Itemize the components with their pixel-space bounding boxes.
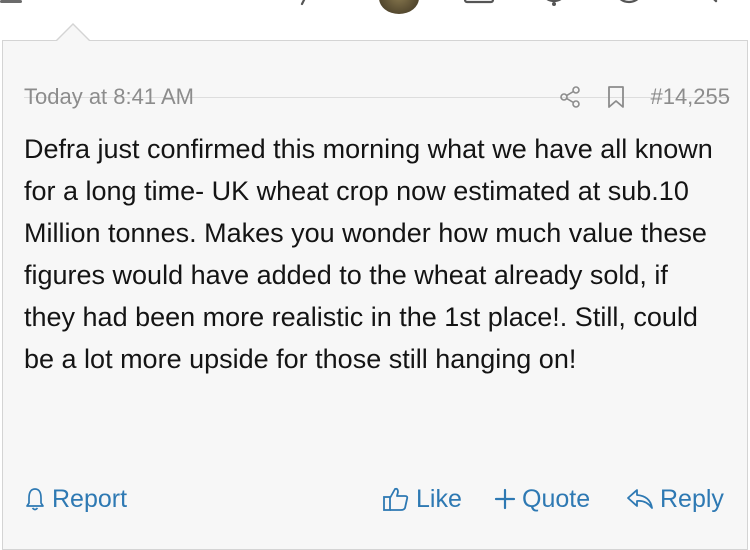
post-meta-actions: #14,255	[558, 85, 730, 109]
plus-icon	[494, 488, 516, 510]
quote-button[interactable]: Quote	[494, 481, 590, 517]
search-icon[interactable]	[690, 0, 720, 6]
post-number[interactable]: #14,255	[650, 85, 730, 109]
account-icon[interactable]	[614, 0, 644, 6]
post-meta: Today at 8:41 AM #14,255	[24, 59, 730, 109]
user-avatar[interactable]	[379, 0, 419, 14]
thumbs-up-icon	[383, 487, 409, 511]
forum-post: Today at 8:41 AM #14,255 Defra just conf…	[2, 23, 748, 550]
top-navigation-bar	[0, 0, 750, 40]
report-label: Report	[52, 484, 128, 513]
post-content: Today at 8:41 AM #14,255 Defra just conf…	[24, 59, 730, 380]
reply-button[interactable]: Reply	[626, 481, 724, 517]
inbox-icon[interactable]	[463, 0, 495, 6]
reply-arrow-icon	[627, 489, 653, 509]
like-label: Like	[416, 484, 462, 513]
share-icon[interactable]	[558, 85, 582, 109]
report-button[interactable]: Report	[24, 481, 127, 517]
bookmark-icon[interactable]	[606, 85, 626, 109]
pen-icon[interactable]	[300, 0, 316, 6]
quote-label: Quote	[522, 484, 591, 513]
alerts-icon[interactable]	[540, 0, 568, 6]
reply-label: Reply	[660, 484, 724, 513]
post-body: Defra just confirmed this morning what w…	[24, 134, 713, 374]
post-actions: Report Like Quote Reply	[24, 481, 730, 517]
menu-icon[interactable]	[0, 0, 22, 3]
post-pointer-fill	[57, 25, 89, 41]
alert-icon	[26, 488, 44, 511]
post-timestamp[interactable]: Today at 8:41 AM	[24, 85, 194, 109]
like-button[interactable]: Like	[382, 481, 462, 517]
